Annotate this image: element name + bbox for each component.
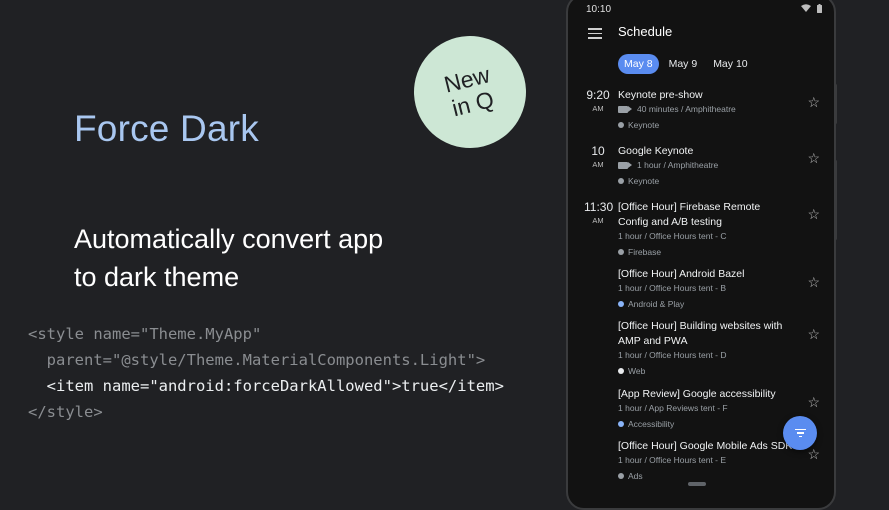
code-line: </style> — [28, 403, 103, 421]
session-tag: Accessibility — [628, 419, 675, 429]
session-tag: Keynote — [628, 120, 660, 130]
session-tag: Web — [628, 366, 646, 376]
session-title: [Office Hour] Google Mobile Ads SDK — [618, 440, 793, 452]
session-tag: Android & Play — [628, 299, 685, 309]
slide-title: Force Dark — [74, 108, 259, 149]
subtitle-line: Automatically convert app — [74, 224, 384, 254]
session-title: [Office Hour] Android Bazel — [618, 268, 745, 280]
session-title: Google Keynote — [618, 145, 694, 157]
session-meta: 1 hour / Amphitheatre — [637, 160, 719, 170]
session-title: [Office Hour] Building websites with AMP… — [618, 320, 783, 347]
session-tag: Ads — [628, 471, 643, 481]
tab-may-9[interactable]: May 9 — [663, 54, 704, 74]
session-item[interactable]: Google Keynote 1 hour / Amphitheatre Key… — [618, 144, 824, 186]
slide-subtitle: Automatically convert app to dark theme — [74, 220, 494, 296]
code-snippet: <style name="Theme.MyApp" parent="@style… — [28, 321, 504, 425]
app-title: Schedule — [618, 24, 673, 39]
tag-dot-icon — [618, 368, 624, 374]
tag-dot-icon — [618, 301, 624, 307]
filter-icon — [794, 428, 806, 438]
video-icon — [618, 161, 632, 169]
status-time: 10:10 — [586, 4, 612, 15]
tag-dot-icon — [618, 473, 624, 479]
slide: Force Dark Automatically convert app to … — [0, 0, 889, 510]
code-line-highlight: <item name="android:forceDarkAllowed">tr… — [28, 377, 504, 395]
star-icon[interactable]: ☆ — [807, 394, 820, 411]
session-item[interactable]: [Office Hour] Building websites with AMP… — [618, 319, 824, 376]
session-item[interactable]: [Office Hour] Android Bazel 1 hour / Off… — [618, 267, 824, 309]
tag-dot-icon — [618, 421, 624, 427]
session-title: [App Review] Google accessibility — [618, 388, 776, 400]
session-tag: Keynote — [628, 176, 660, 186]
app-bar: Schedule — [568, 20, 834, 54]
session-meta: 1 hour / Office Hours tent - D — [618, 350, 727, 360]
session-meta: 1 hour / Office Hours tent - B — [618, 283, 727, 293]
filter-fab-button[interactable] — [783, 416, 817, 450]
star-icon[interactable]: ☆ — [807, 206, 820, 223]
session-tag: Firebase — [628, 247, 662, 257]
status-bar: 10:10 — [586, 2, 822, 16]
phone-screen: 10:10 Schedule May 8 May 9 May 10 9:20 AM… — [566, 0, 836, 510]
time-slot: 10 AM — [591, 144, 605, 169]
session-meta: 1 hour / Office Hours tent - E — [618, 455, 727, 465]
session-meta: 40 minutes / Amphitheatre — [637, 104, 736, 114]
session-item[interactable]: [Office Hour] Firebase Remote Config and… — [618, 200, 824, 257]
day-tabs: May 8 May 9 May 10 — [618, 54, 758, 74]
star-icon[interactable]: ☆ — [807, 94, 820, 111]
tag-dot-icon — [618, 122, 624, 128]
time-slot: 11:30 AM — [584, 200, 614, 225]
star-icon[interactable]: ☆ — [807, 326, 820, 343]
menu-icon[interactable] — [588, 28, 602, 39]
video-icon — [618, 105, 632, 113]
session-meta: 1 hour / App Reviews tent - F — [618, 403, 728, 413]
tag-dot-icon — [618, 249, 624, 255]
tab-may-8[interactable]: May 8 — [618, 54, 659, 74]
subtitle-line: to dark theme — [74, 262, 240, 292]
tag-dot-icon — [618, 178, 624, 184]
star-icon[interactable]: ☆ — [807, 274, 820, 291]
session-item[interactable]: Keynote pre-show 40 minutes / Amphitheat… — [618, 88, 824, 130]
star-icon[interactable]: ☆ — [807, 446, 820, 463]
new-in-q-badge: New in Q — [402, 24, 538, 160]
wifi-icon — [801, 4, 811, 12]
nav-handle[interactable] — [688, 482, 706, 486]
time-slot: 9:20 AM — [586, 88, 610, 113]
session-meta: 1 hour / Office Hours tent - C — [618, 231, 727, 241]
session-title: Keynote pre-show — [618, 89, 703, 101]
battery-icon — [817, 4, 822, 13]
code-line: <style name="Theme.MyApp" — [28, 325, 262, 343]
code-line: parent="@style/Theme.MaterialComponents.… — [28, 351, 486, 369]
tab-may-10[interactable]: May 10 — [707, 54, 753, 74]
star-icon[interactable]: ☆ — [807, 150, 820, 167]
session-title: [Office Hour] Firebase Remote Config and… — [618, 201, 761, 228]
